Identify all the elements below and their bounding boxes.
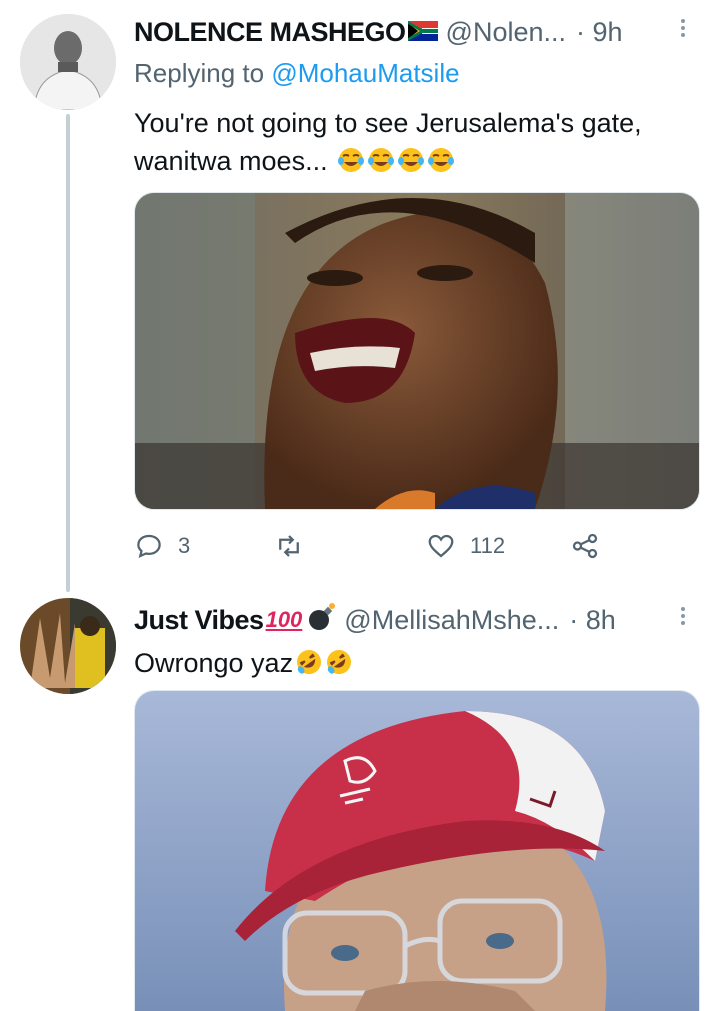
display-name[interactable]: Just Vibes	[134, 605, 264, 636]
thread-line	[66, 114, 70, 592]
tweet-text-line: Owrongo yaz	[134, 648, 294, 678]
like-count: 112	[470, 533, 506, 558]
rolling-on-floor-laughing-icon	[325, 648, 353, 676]
mention-link[interactable]: @MohauMatsile	[271, 58, 459, 88]
hundred-points-icon: 100	[265, 607, 303, 632]
tweet-image-laughing-child[interactable]	[134, 192, 700, 510]
rolling-on-floor-laughing-icon	[295, 648, 323, 676]
share-button[interactable]	[570, 528, 600, 564]
face-with-tears-of-joy-icon	[367, 146, 395, 174]
tweet-text: Owrongo yaz	[134, 644, 693, 682]
tweet-text-line: You're not going to see Jerusalema's gat…	[134, 108, 642, 138]
display-name[interactable]: NOLENCE MASHEGO	[134, 17, 406, 48]
south-africa-flag-icon	[407, 17, 438, 48]
retweet-icon	[279, 535, 299, 557]
replying-label: Replying to	[134, 58, 265, 88]
face-with-tears-of-joy-icon	[427, 146, 455, 174]
avatar[interactable]	[20, 14, 116, 110]
reply-icon	[137, 534, 161, 558]
heart-icon	[428, 534, 454, 558]
tweet-image-man-red-cap[interactable]	[134, 690, 700, 1011]
more-options-icon[interactable]	[673, 16, 693, 48]
timestamp[interactable]: · 9h	[576, 17, 623, 48]
replying-to: Replying to @MohauMatsile	[134, 58, 460, 89]
tweet-actions: 3 112	[134, 528, 614, 564]
tweet-header: Just Vibes 100 @MellisahMshe... · 8h	[134, 600, 693, 640]
tweet-header: NOLENCE MASHEGO @Nolen... · 9h	[134, 12, 693, 52]
share-icon	[572, 533, 598, 559]
face-with-tears-of-joy-icon	[337, 146, 365, 174]
tweet-text-line-2: wanitwa moes...	[134, 142, 693, 180]
reply-count: 3	[178, 533, 191, 558]
reply-button[interactable]: 3	[134, 528, 190, 564]
face-with-tears-of-joy-icon	[397, 146, 425, 174]
tweet-text-line: wanitwa moes...	[134, 146, 328, 176]
tweet-text: You're not going to see Jerusalema's gat…	[134, 104, 693, 180]
like-button[interactable]: 112	[426, 528, 505, 564]
more-options-icon[interactable]	[673, 604, 693, 636]
bomb-icon	[306, 602, 336, 639]
timestamp[interactable]: · 8h	[569, 605, 616, 636]
retweet-button[interactable]	[274, 528, 304, 564]
handle[interactable]: @MellisahMshe...	[344, 605, 559, 636]
avatar[interactable]	[20, 598, 116, 694]
handle[interactable]: @Nolen...	[446, 17, 566, 48]
